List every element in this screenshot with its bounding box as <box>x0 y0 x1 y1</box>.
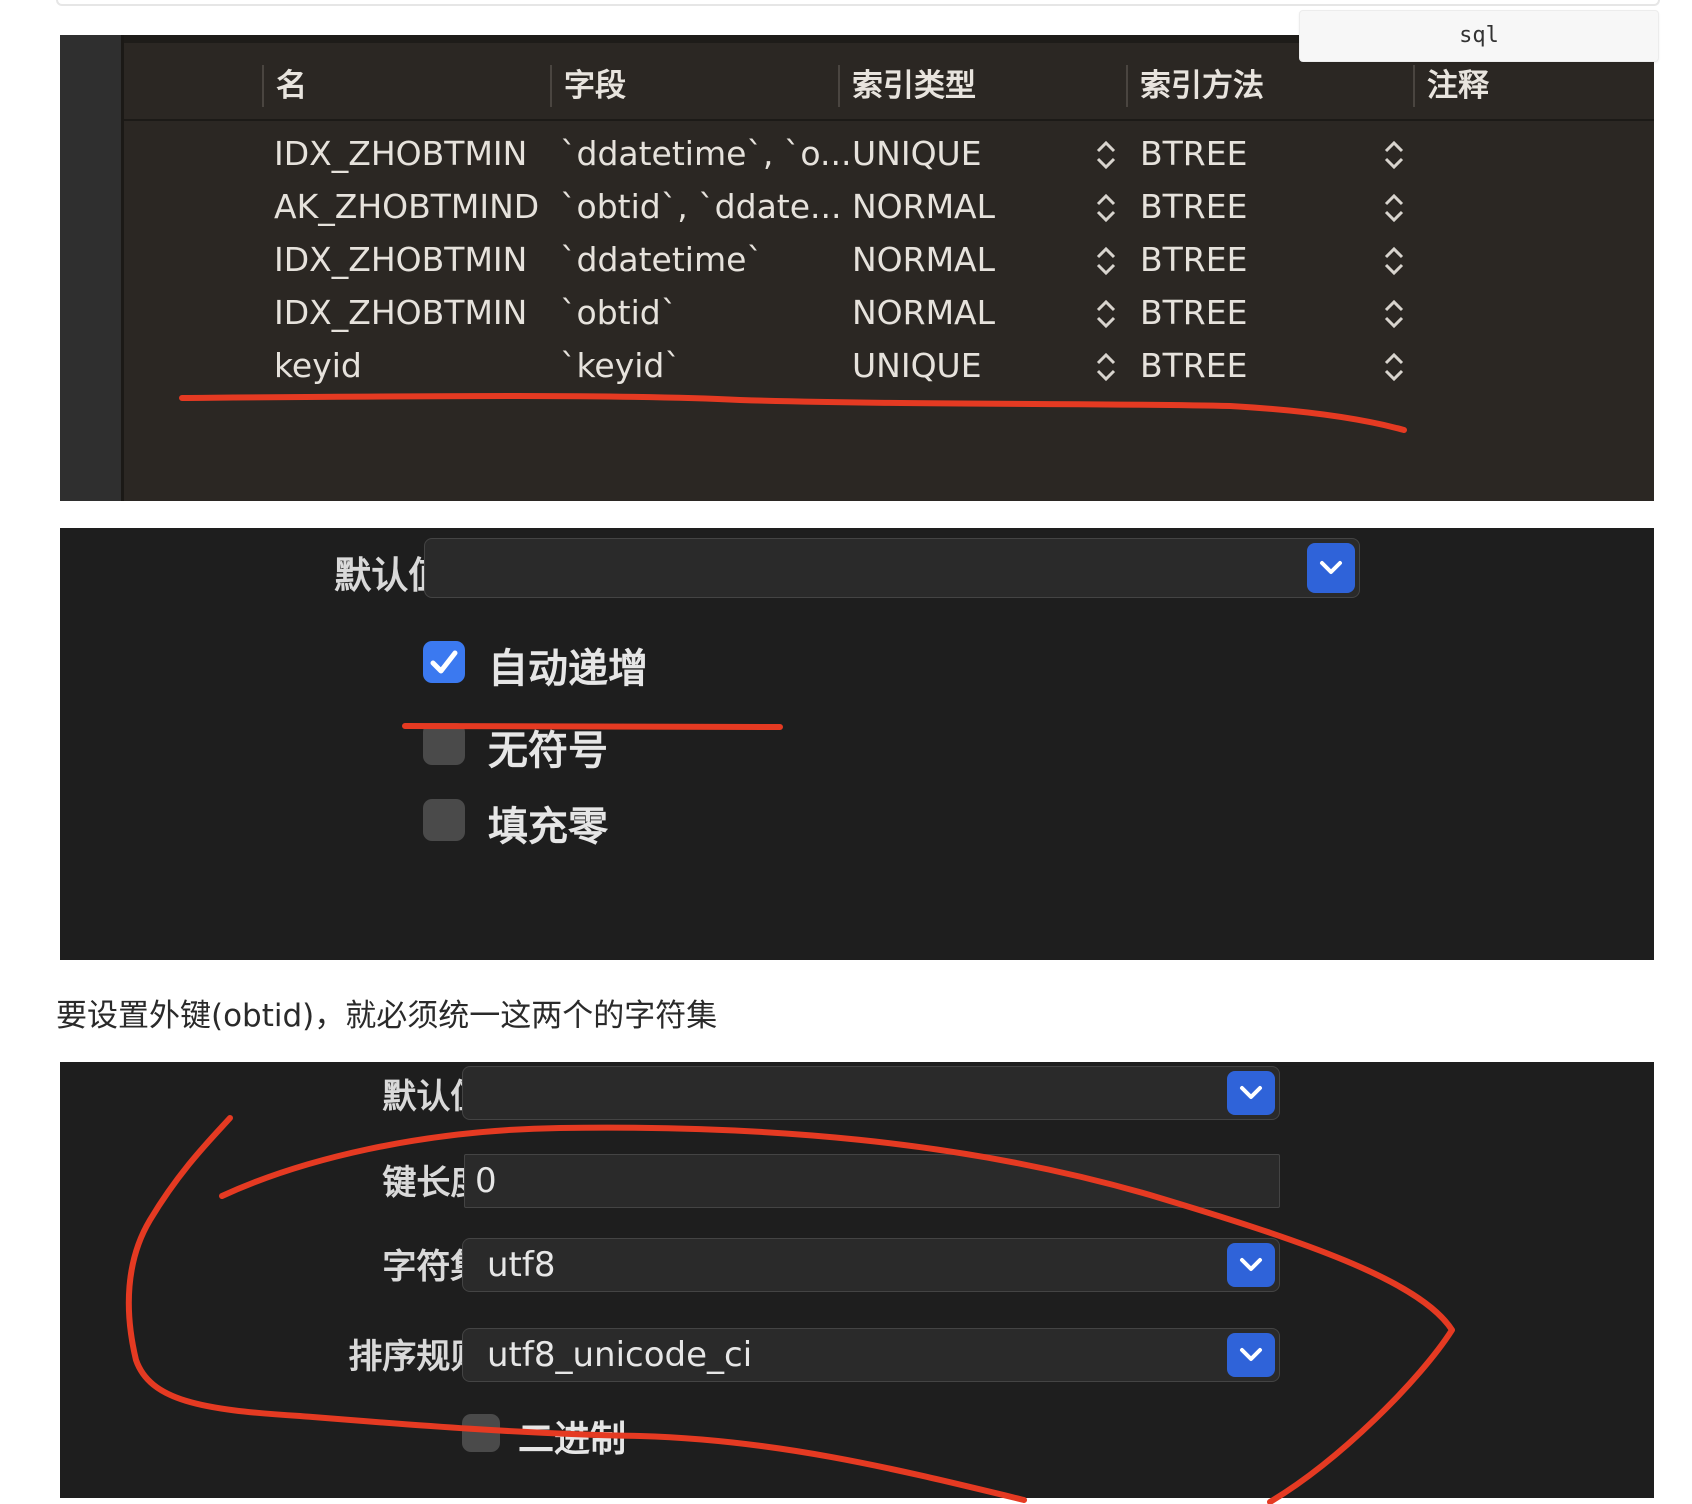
checkmark-icon <box>430 650 458 674</box>
index-method-cell[interactable]: BTREE <box>1140 339 1247 392</box>
auto-increment-checkbox[interactable] <box>423 641 465 683</box>
code-language-label: sql <box>1459 23 1499 48</box>
index-field-cell[interactable]: `ddatetime`, `o... <box>560 127 851 180</box>
top-divider <box>56 0 1660 6</box>
index-method-cell[interactable]: BTREE <box>1140 180 1247 233</box>
column-header-name[interactable]: 名 <box>262 65 307 107</box>
up-down-chevron-icon[interactable] <box>1382 139 1406 171</box>
key-length-field[interactable]: 0 <box>464 1154 1280 1208</box>
key-length-value: 0 <box>475 1161 497 1201</box>
auto-increment-label: 自动递增 <box>488 646 648 692</box>
field-options-panel: 默认值: 自动递增 无符号 填充零 <box>60 528 1654 960</box>
table-row[interactable]: IDX_ZHOBTMIN `ddatetime` NORMAL BTREE <box>124 233 1654 286</box>
index-name-cell[interactable]: IDX_ZHOBTMIN <box>274 233 527 286</box>
index-type-cell[interactable]: NORMAL <box>852 180 995 233</box>
table-row[interactable]: IDX_ZHOBTMIN `ddatetime`, `o... UNIQUE B… <box>124 127 1654 180</box>
charset-options-panel: 默认值: 键长度: 0 字符集: utf8 排序规则: utf8_unicode… <box>60 1062 1654 1498</box>
up-down-chevron-icon[interactable] <box>1382 298 1406 330</box>
table-row[interactable]: keyid `keyid` UNIQUE BTREE <box>124 339 1654 392</box>
index-method-cell[interactable]: BTREE <box>1140 233 1247 286</box>
index-name-cell[interactable]: IDX_ZHOBTMIN <box>274 286 527 339</box>
default-value-dropdown[interactable] <box>424 538 1360 598</box>
zerofill-label: 填充零 <box>488 804 608 850</box>
index-field-cell[interactable]: `keyid` <box>560 339 681 392</box>
chevron-down-icon[interactable] <box>1227 1243 1275 1287</box>
index-method-cell[interactable]: BTREE <box>1140 286 1247 339</box>
zerofill-checkbox[interactable] <box>423 799 465 841</box>
up-down-chevron-icon[interactable] <box>1382 351 1406 383</box>
index-name-cell[interactable]: AK_ZHOBTMIND <box>274 180 539 233</box>
charset-dropdown[interactable]: utf8 <box>462 1238 1280 1292</box>
column-header-comment[interactable]: 注释 <box>1413 65 1489 107</box>
index-type-cell[interactable]: UNIQUE <box>852 127 982 180</box>
index-table-panel: 名 字段 索引类型 索引方法 注释 IDX_ZHOBTMIN `ddatetim… <box>60 35 1654 501</box>
up-down-chevron-icon[interactable] <box>1382 192 1406 224</box>
up-down-chevron-icon[interactable] <box>1094 245 1118 277</box>
index-field-cell[interactable]: `obtid` <box>560 286 677 339</box>
binary-checkbox[interactable] <box>462 1414 500 1452</box>
binary-label: 二进制 <box>518 1419 627 1460</box>
default-value-label: 默认值: <box>382 1077 498 1117</box>
chevron-down-icon[interactable] <box>1227 1333 1275 1377</box>
index-name-cell[interactable]: IDX_ZHOBTMIN <box>274 127 527 180</box>
index-field-cell[interactable]: `obtid`, `ddate... <box>560 180 842 233</box>
key-length-label: 键长度: <box>382 1163 498 1203</box>
index-field-cell[interactable]: `ddatetime` <box>560 233 763 286</box>
table-row[interactable]: AK_ZHOBTMIND `obtid`, `ddate... NORMAL B… <box>124 180 1654 233</box>
index-type-cell[interactable]: NORMAL <box>852 286 995 339</box>
explanation-text: 要设置外键(obtid)，就必须统一这两个的字符集 <box>56 998 718 1034</box>
column-header-index-method[interactable]: 索引方法 <box>1126 65 1264 107</box>
table-row[interactable]: IDX_ZHOBTMIN `obtid` NORMAL BTREE <box>124 286 1654 339</box>
column-header-index-type[interactable]: 索引类型 <box>838 65 976 107</box>
up-down-chevron-icon[interactable] <box>1094 298 1118 330</box>
column-header-field[interactable]: 字段 <box>550 65 626 107</box>
unsigned-checkbox[interactable] <box>423 723 465 765</box>
up-down-chevron-icon[interactable] <box>1094 351 1118 383</box>
up-down-chevron-icon[interactable] <box>1094 139 1118 171</box>
collation-value: utf8_unicode_ci <box>487 1335 753 1375</box>
index-type-cell[interactable]: UNIQUE <box>852 339 982 392</box>
left-gutter <box>60 35 124 501</box>
unsigned-label: 无符号 <box>488 728 608 774</box>
index-type-cell[interactable]: NORMAL <box>852 233 995 286</box>
chevron-down-icon[interactable] <box>1227 1071 1275 1115</box>
default-value-label: 默认值: <box>334 554 460 597</box>
collation-label: 排序规则: <box>348 1337 498 1377</box>
index-method-cell[interactable]: BTREE <box>1140 127 1247 180</box>
default-value-dropdown[interactable] <box>462 1066 1280 1120</box>
chevron-down-icon[interactable] <box>1307 543 1355 593</box>
up-down-chevron-icon[interactable] <box>1382 245 1406 277</box>
index-name-cell[interactable]: keyid <box>274 339 362 392</box>
charset-label: 字符集: <box>382 1247 498 1287</box>
charset-value: utf8 <box>487 1245 556 1285</box>
collation-dropdown[interactable]: utf8_unicode_ci <box>462 1328 1280 1382</box>
up-down-chevron-icon[interactable] <box>1094 192 1118 224</box>
code-language-chip[interactable]: sql <box>1299 10 1659 62</box>
